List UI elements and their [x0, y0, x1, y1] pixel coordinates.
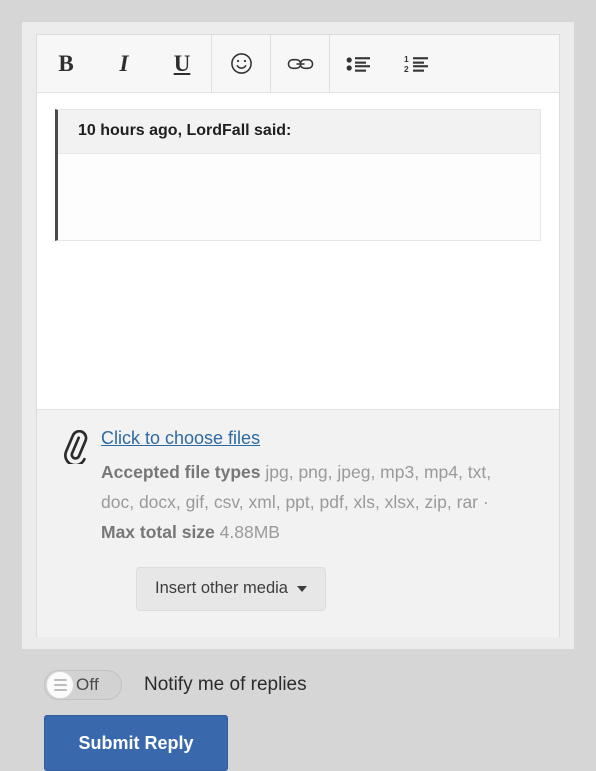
- italic-label: I: [119, 50, 129, 76]
- form-footer: Off Notify me of replies Submit Reply: [22, 649, 574, 771]
- notify-toggle-state: Off: [76, 675, 99, 694]
- attachment-row: Click to choose files Accepted file type…: [57, 428, 539, 547]
- link-icon: [287, 54, 314, 74]
- rich-text-editor: B I U 1 2 10 hours ago, LordFall said: C…: [36, 34, 560, 637]
- underline-label: U: [173, 50, 191, 76]
- accepted-file-types: Accepted file types jpg, png, jpeg, mp3,…: [101, 457, 493, 547]
- list-group: 1 2: [330, 35, 446, 92]
- notify-toggle[interactable]: Off: [44, 670, 122, 700]
- quote-block: 10 hours ago, LordFall said:: [55, 109, 541, 241]
- max-size-value: 4.88MB: [219, 522, 280, 543]
- bullet-list-icon: [346, 54, 372, 74]
- insert-other-media-button[interactable]: Insert other media: [136, 567, 326, 611]
- accepted-types-label: Accepted file types: [101, 462, 261, 482]
- bullet-list-button[interactable]: [330, 35, 388, 92]
- toggle-knob-handle-icon[interactable]: [46, 671, 74, 699]
- knob-line: [53, 684, 67, 686]
- filetypes-separator: ·: [482, 492, 489, 513]
- attachment-area: Click to choose files Accepted file type…: [37, 409, 559, 637]
- italic-button[interactable]: I: [95, 35, 153, 92]
- numbered-list-button[interactable]: 1 2: [388, 35, 446, 92]
- smiley-icon: [229, 51, 254, 76]
- submit-reply-label: Submit Reply: [78, 732, 194, 753]
- quote-header: 10 hours ago, LordFall said:: [58, 110, 540, 154]
- numbered-list-icon: 1 2: [404, 54, 430, 74]
- quote-body[interactable]: [58, 154, 540, 240]
- text-format-group: B I U: [37, 35, 211, 92]
- bold-button[interactable]: B: [37, 35, 95, 92]
- notify-row: Off Notify me of replies: [44, 670, 307, 700]
- notify-label: Notify me of replies: [144, 674, 307, 695]
- bold-label: B: [58, 50, 74, 76]
- editor-toolbar: B I U 1 2: [37, 35, 559, 93]
- link-group: [271, 35, 329, 92]
- emoticon-button[interactable]: [212, 35, 270, 92]
- numbered-list-digit-two: 2: [404, 64, 409, 74]
- underline-button[interactable]: U: [153, 35, 211, 92]
- emoticon-group: [212, 35, 270, 92]
- knob-line: [53, 679, 67, 681]
- choose-files-link[interactable]: Click to choose files: [101, 428, 260, 449]
- reply-form-container: B I U 1 2 10 hours ago, LordFall said: C…: [22, 22, 574, 771]
- link-button[interactable]: [271, 35, 329, 92]
- insert-other-media-label: Insert other media: [155, 579, 288, 597]
- chevron-down-icon: [296, 585, 307, 592]
- editor-content-area[interactable]: 10 hours ago, LordFall said:: [37, 93, 559, 409]
- max-size-label: Max total size: [101, 522, 215, 543]
- knob-line: [53, 689, 67, 691]
- paperclip-icon: [57, 428, 101, 469]
- submit-reply-button[interactable]: Submit Reply: [44, 715, 228, 771]
- attachment-text: Click to choose files Accepted file type…: [101, 428, 539, 547]
- numbered-list-digit-one: 1: [404, 54, 409, 64]
